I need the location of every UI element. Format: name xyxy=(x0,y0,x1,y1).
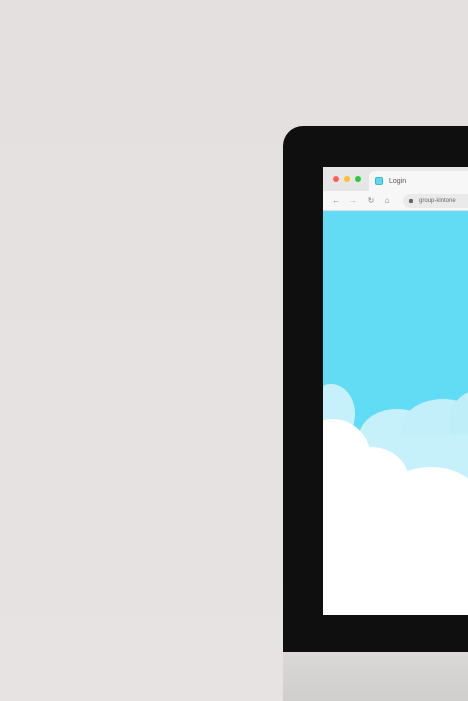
monitor-screen: Login ← → ↻ ⌂ group-kintone xyxy=(323,167,468,615)
page-content xyxy=(323,211,468,615)
forward-arrow-icon[interactable]: → xyxy=(348,196,358,206)
back-arrow-icon[interactable]: ← xyxy=(331,196,341,206)
browser-toolbar: ← → ↻ ⌂ group-kintone xyxy=(323,191,468,211)
home-icon[interactable]: ⌂ xyxy=(382,196,392,206)
reload-icon[interactable]: ↻ xyxy=(366,196,376,206)
zoom-window-button[interactable] xyxy=(355,176,361,182)
sky-cloud-illustration xyxy=(323,211,468,615)
monitor-chin xyxy=(283,652,468,701)
browser-tabbar: Login xyxy=(323,167,468,191)
site-favicon-icon xyxy=(375,177,383,185)
url-text: group-kintone xyxy=(419,198,456,204)
minimize-window-button[interactable] xyxy=(344,176,350,182)
browser-tab[interactable]: Login xyxy=(369,171,468,191)
lock-icon xyxy=(409,199,413,203)
tab-title: Login xyxy=(389,177,407,185)
close-window-button[interactable] xyxy=(333,176,339,182)
address-bar[interactable]: group-kintone xyxy=(403,194,468,208)
